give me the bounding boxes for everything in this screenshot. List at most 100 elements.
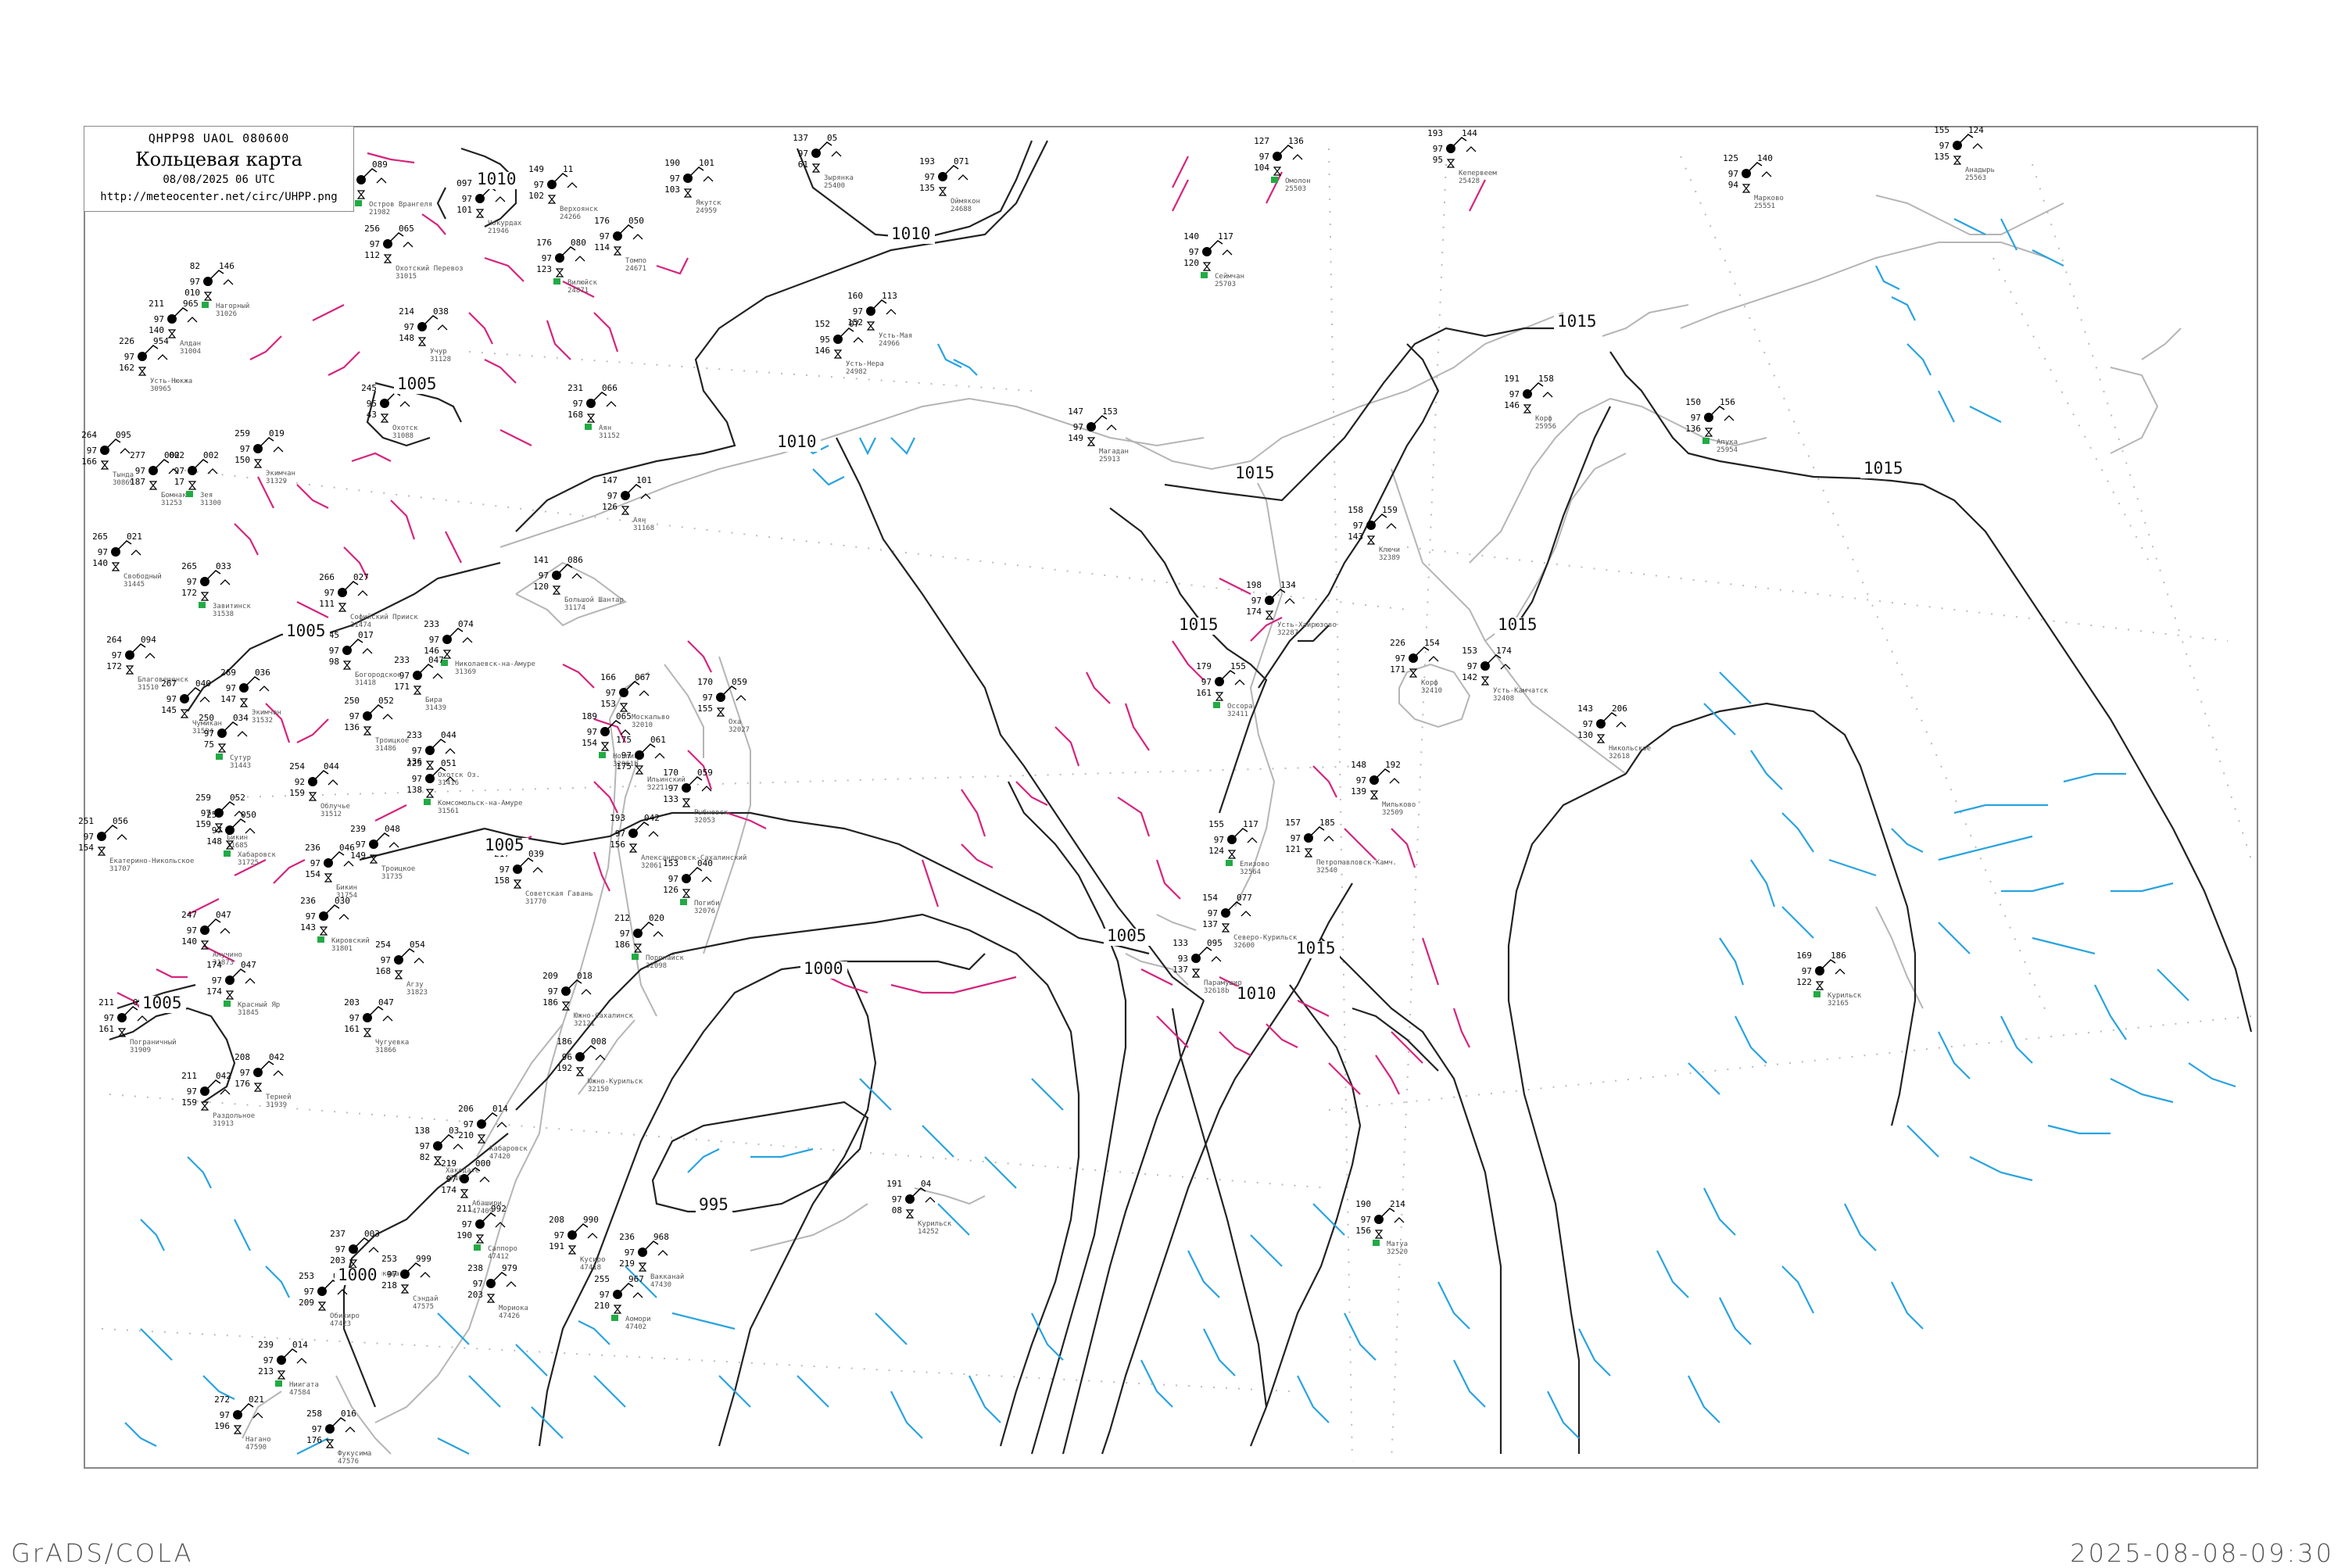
isobar-label: 995	[699, 1195, 729, 1214]
station-plot[interactable]: 214 97148 038 Учур31128	[399, 306, 451, 363]
station-plot[interactable]: 166 97153 067 Москальво32010	[600, 672, 670, 729]
station-plot[interactable]: 170 97155 059 Оха32027	[697, 677, 750, 734]
station-plot[interactable]: 254 97168 054 Агзу31823	[375, 940, 428, 997]
station-plot[interactable]: 127 97104 136 Омолон25503	[1254, 136, 1310, 193]
station-plot[interactable]: 23397146074Николаевск-на-Амуре31369	[424, 619, 535, 676]
weather-icon	[338, 603, 347, 612]
station-plot[interactable]: 190 97156 214 Матуа32520	[1355, 1199, 1408, 1256]
station-id: 32053	[694, 817, 715, 825]
station-plot[interactable]: 155 97135 124 Анадырь25563	[1934, 125, 1995, 182]
station-plot[interactable]: 143 97130 206 Никольское32618	[1577, 703, 1651, 761]
station-pressure: 003	[364, 1229, 380, 1239]
weather-icon	[253, 459, 263, 468]
tendency-icon	[328, 779, 338, 786]
weather-icon	[1815, 981, 1824, 990]
station-plot[interactable]: 157 97121 185 Петропавловск-Камч.32540	[1285, 818, 1397, 875]
station-plot[interactable]: 82 97010 146 Нагорный31026	[184, 261, 249, 318]
station-plot[interactable]: 17497174047Красный Яр31845	[206, 960, 280, 1017]
weather-icon	[567, 1245, 577, 1255]
station-plot[interactable]: 269 97147 036 Экимчан31532	[220, 668, 281, 725]
station-plot[interactable]: 140 97120 117 Сеймчан25703	[1183, 231, 1244, 288]
station-plot[interactable]: 153 97142 174 Усть-Камчатск32408	[1462, 646, 1548, 703]
weather-icon	[203, 292, 213, 301]
station-plot[interactable]: 251 97154 056 Екатерино-Никольское31707	[78, 816, 194, 873]
weather-icon	[167, 329, 177, 338]
station-plot[interactable]: 272 97196 021 Нагано47590	[214, 1394, 270, 1452]
station-plot[interactable]: 203 97161 047 Чугуевка31866	[344, 997, 409, 1054]
station-plot[interactable]: 26797145040Чумикан31594	[161, 678, 222, 736]
station-name: Сеймчан	[1215, 273, 1244, 281]
station-plot[interactable]: 254 92159 044 Облучье31512	[289, 761, 350, 818]
tendency-icon	[273, 446, 284, 453]
station-plot[interactable]: 17597175061Ильинский32211	[616, 735, 686, 792]
station-plot[interactable]: 193 97135 071 Оймякон24688	[919, 156, 980, 213]
station-plot[interactable]: 153 97126 040 Погиби32076	[663, 858, 719, 915]
station-plot[interactable]: 208 97191 990 Кусиро47418	[549, 1215, 605, 1272]
station-plot[interactable]: 198 97174 134 Усть-Хайрюзово32287	[1246, 580, 1337, 637]
station-plot[interactable]: 125 9794 140 Марково25551	[1723, 153, 1784, 210]
station-plot[interactable]: 225 97138 051 Комсомольск-на-Амуре31561	[406, 758, 522, 815]
station-plot[interactable]: 13393137095Парамушир32618b	[1172, 938, 1242, 995]
station-pressure: 101	[636, 475, 652, 485]
station-plot[interactable]: 265 97172 033 Завитинск31538	[181, 561, 251, 618]
station-plot[interactable]: 141 97120 086 Большой Шантар31174	[533, 555, 624, 612]
station-plot[interactable]: 233 97171 047 Бира31439	[394, 655, 446, 712]
station-plot[interactable]: 253 97218 999 Сэндай47575	[381, 1254, 438, 1311]
station-plot[interactable]: 238 97203 979 Мориока47426	[467, 1263, 528, 1320]
station-dewpoint: 210	[458, 1130, 474, 1140]
station-plot[interactable]: 193 9795 144 Кепервеем25428	[1427, 128, 1497, 185]
station-plot[interactable]: 206 97210 014 Хабаровск47420	[458, 1104, 528, 1161]
station-plot[interactable]: 23997149048Троицкое31735	[350, 824, 415, 881]
station-plot[interactable]: 190 97103 101 Якутск24959	[664, 158, 721, 215]
station-temperature: 191	[1504, 374, 1520, 384]
station-id: 31026	[216, 310, 237, 318]
station-dewpoint: 143	[1348, 532, 1363, 542]
station-plot[interactable]: 176 97114 050 Томпо24671	[594, 216, 646, 273]
station-plot[interactable]: 258 97176 016 Фукусима47576	[306, 1409, 371, 1466]
station-dewpoint: 140	[149, 325, 164, 335]
weather-icon	[833, 349, 843, 359]
station-plot[interactable]: 265 97140 021 Свободный31445	[92, 532, 162, 589]
station-plot[interactable]: 137 9761 05 Зырянка25400	[793, 133, 854, 190]
station-plot[interactable]: 147 97126 101 Аян31168	[602, 475, 654, 532]
station-plot[interactable]: 179 97161 155 Оссора32411	[1196, 661, 1252, 718]
station-plot[interactable]: 212 97186 020 Поронайск32098	[614, 913, 684, 970]
station-plot[interactable]: 152 95146 07 Усть-Нера24982	[814, 319, 884, 376]
station-plot[interactable]: 24797140047Анучино31873	[181, 910, 242, 967]
station-plot[interactable]: 149 97102 11 Верхоянск24266	[528, 164, 598, 221]
tendency-icon	[445, 748, 456, 754]
station-visibility: 97	[600, 231, 610, 242]
station-plot[interactable]: 236 97143 030 Кировский31801	[300, 896, 370, 953]
station-plot[interactable]: 148 97139 192 Мильково32509	[1351, 760, 1416, 817]
station-plot[interactable]: 239 97213 014 Ниигата47584	[258, 1340, 319, 1397]
station-plot[interactable]: 255 97210 967 Аомори47402	[594, 1274, 650, 1331]
station-name: Северо-Курильск	[1233, 934, 1298, 942]
station-plot[interactable]: 259 97150 019 Экимчан31329	[234, 428, 295, 485]
station-plot[interactable]: 147 97149 153 Магадан25913	[1068, 406, 1129, 464]
station-plot[interactable]: 266 97111 027 Софийский Прииск31474	[319, 572, 418, 629]
station-plot[interactable]: 209 97186 018 Южно-Сахалинск32121	[542, 971, 633, 1028]
station-plot[interactable]: 176 97123 080 Вилюйск24871	[536, 238, 597, 295]
station-plot[interactable]: 256 97112 065 Охотский Перевоз31015	[364, 224, 464, 281]
station-plot[interactable]: 23697154046Бикин31754	[305, 843, 357, 900]
station-pressure: 061	[650, 735, 666, 745]
station-plot[interactable]: 150 97136 156 Апука25954	[1685, 397, 1738, 454]
tendency-icon	[259, 686, 270, 692]
station-plot[interactable]: 231 97168 066 Аян31152	[567, 383, 620, 440]
station-plot[interactable]: 191 97146 158 Корф25956	[1504, 374, 1556, 431]
station-dewpoint: 133	[663, 794, 678, 804]
station-plot[interactable]: 169 97122 186 Курильск32165	[1796, 950, 1862, 1008]
station-plot[interactable]: 250 9775 034 Сутур31443	[199, 713, 251, 770]
station-dewpoint: 124	[1208, 846, 1224, 856]
source-url[interactable]: http://meteocenter.net/circ/UHPP.png	[84, 191, 353, 203]
station-plot[interactable]: 21797158039Советская Гавань31770	[494, 849, 593, 906]
station-id: 24959	[696, 207, 717, 215]
station-plot[interactable]: 208 97176 042 Терней31939	[234, 1052, 291, 1109]
station-visibility: 97	[1395, 653, 1405, 664]
station-pressure: 159	[1382, 505, 1398, 515]
station-plot[interactable]: 250 97136 052 Троицкое31486	[344, 696, 409, 753]
station-visibility: 97	[312, 1424, 322, 1434]
station-plot[interactable]: 2459798017Богородское31418	[324, 630, 401, 687]
station-plot[interactable]: 26497166095Тында30869	[81, 430, 134, 487]
station-id: 25956	[1535, 423, 1556, 431]
